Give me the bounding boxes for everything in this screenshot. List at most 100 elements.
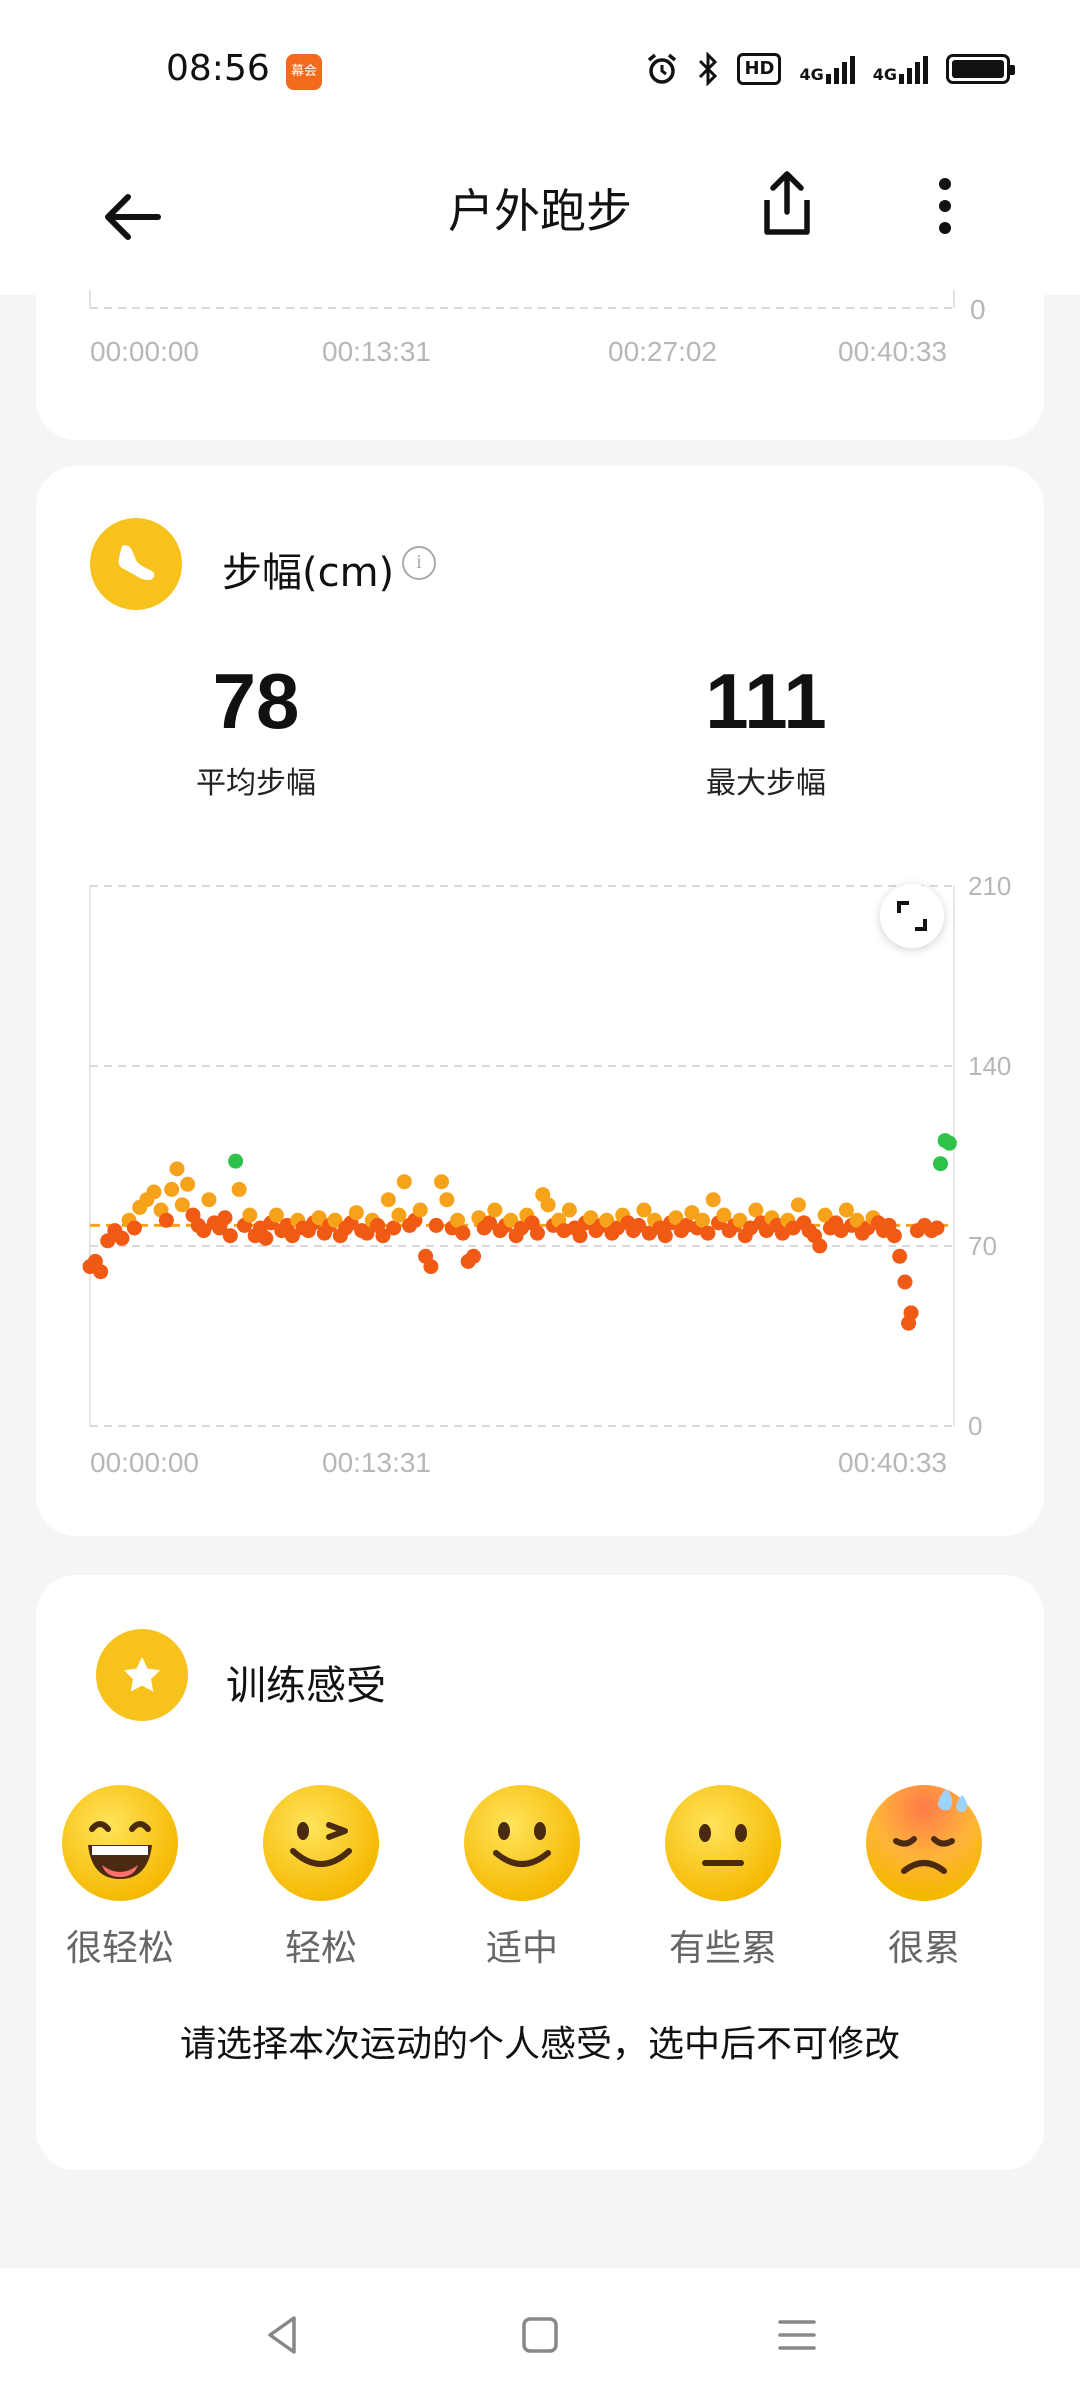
data-point [222, 1228, 238, 1244]
laughing-face-icon [62, 1785, 178, 1901]
data-point [146, 1184, 162, 1200]
data-point [705, 1192, 721, 1208]
fullscreen-button[interactable] [880, 884, 944, 948]
feel-option-moderate[interactable]: 适中 [447, 1785, 597, 1971]
nav-home-icon [522, 2317, 558, 2353]
data-point [439, 1192, 455, 1208]
training-feel-card: 训练感受 很轻松 轻松 适中 有些累 很累 请选择本次运动的个人感受，选中后不可… [36, 1575, 1044, 2170]
data-point [748, 1202, 764, 1218]
feel-label: 有些累 [668, 1928, 777, 1969]
data-point [466, 1248, 482, 1264]
expand-icon [897, 901, 927, 931]
share-button[interactable] [755, 168, 819, 238]
more-options-button[interactable] [920, 176, 970, 236]
x-tick-label: 00:40:33 [838, 336, 947, 367]
feel-option-very-easy[interactable]: 很轻松 [45, 1785, 195, 1971]
status-bar: 08:56 幕会 HD 4G 4G [0, 0, 1080, 140]
shoe-icon [90, 518, 182, 610]
feel-label: 轻松 [284, 1928, 357, 1969]
feel-label: 很轻松 [65, 1928, 174, 1969]
data-point [180, 1176, 196, 1192]
data-point [812, 1238, 828, 1254]
system-nav-bar [0, 2268, 1080, 2400]
nav-menu-icon [778, 2320, 816, 2350]
feel-label: 很累 [887, 1928, 960, 1969]
data-point [380, 1192, 396, 1208]
data-point [428, 1217, 444, 1233]
network-type-label: 4G [799, 65, 824, 84]
x-tick-label: 00:40:33 [838, 1447, 947, 1478]
data-point [258, 1230, 274, 1246]
battery-icon [946, 54, 1015, 84]
data-point [941, 1135, 957, 1151]
y-axis-zero-label: 0 [970, 294, 986, 325]
data-point [903, 1305, 919, 1321]
feel-option-a-bit-tired[interactable]: 有些累 [648, 1785, 798, 1971]
feel-option-very-tired[interactable]: 很累 [849, 1785, 999, 1971]
stride-scatter-chart[interactable]: 0 70 140 210 00:00:00 00:13:31 00:40:33 [36, 866, 1044, 1506]
data-point [396, 1174, 412, 1190]
nav-home-button[interactable] [515, 2310, 565, 2360]
data-point [386, 1220, 402, 1236]
winking-face-icon [263, 1785, 379, 1901]
smiling-face-icon [464, 1785, 580, 1901]
feel-label: 适中 [485, 1928, 558, 1969]
max-stride-label: 最大步幅 [706, 766, 826, 801]
data-point [114, 1230, 130, 1246]
feel-option-easy[interactable]: 轻松 [246, 1785, 396, 1971]
nav-back-button[interactable] [258, 2310, 308, 2360]
stride-card: 步幅(cm) i 78 平均步幅 111 最大步幅 0 70 140 210 00:00… [36, 466, 1044, 1536]
data-point [897, 1274, 913, 1290]
share-icon [764, 171, 810, 235]
data-point [93, 1264, 109, 1280]
data-point [695, 1212, 711, 1228]
data-point [886, 1228, 902, 1244]
alarm-icon [645, 52, 679, 86]
data-point [242, 1207, 258, 1223]
stride-title: 步幅(cm) [222, 550, 395, 596]
signal-1-icon: 4G [799, 54, 855, 84]
data-point [572, 1228, 588, 1244]
x-tick-label: 00:00:00 [90, 1447, 199, 1478]
data-point [201, 1192, 217, 1208]
star-icon [96, 1629, 188, 1721]
data-point [217, 1210, 233, 1226]
network-type-label: 4G [872, 65, 897, 84]
data-point [540, 1197, 556, 1213]
data-point [126, 1220, 142, 1236]
x-tick-label: 00:13:31 [322, 336, 431, 367]
y-tick-label: 0 [968, 1411, 982, 1441]
bluetooth-icon [697, 52, 719, 86]
status-time: 08:56 [166, 48, 270, 89]
data-point [423, 1259, 439, 1275]
sweating-face-icon [866, 1785, 982, 1901]
feel-note: 请选择本次运动的个人感受，选中后不可修改 [179, 2024, 900, 2065]
y-tick-label: 140 [968, 1051, 1011, 1081]
info-icon[interactable]: i [402, 546, 436, 580]
data-point [790, 1197, 806, 1213]
data-point [412, 1202, 428, 1218]
x-tick-label: 00:13:31 [322, 1447, 431, 1478]
nav-recents-button[interactable] [772, 2310, 822, 2360]
previous-chart-card: 0 00:00:00 00:13:31 00:27:02 00:40:33 [36, 290, 1044, 440]
avg-stride-label: 平均步幅 [196, 766, 316, 801]
data-point [231, 1181, 247, 1197]
data-point [657, 1228, 673, 1244]
max-stride-value: 111 [705, 657, 827, 745]
avg-stride-value: 78 [212, 657, 300, 745]
data-point [228, 1153, 244, 1169]
more-vertical-icon [939, 178, 951, 234]
data-point [929, 1220, 945, 1236]
app-notification-icon: 幕会 [286, 54, 322, 90]
title-bar: 户外跑步 [0, 140, 1080, 295]
y-tick-label: 210 [968, 871, 1011, 901]
neutral-face-icon [665, 1785, 781, 1901]
data-point [561, 1202, 577, 1218]
data-point [348, 1205, 364, 1221]
data-point [487, 1202, 503, 1218]
data-point [434, 1174, 450, 1190]
data-point [892, 1248, 908, 1264]
nav-back-icon [268, 2316, 296, 2354]
hd-voice-icon: HD [737, 53, 782, 85]
data-point [164, 1181, 180, 1197]
